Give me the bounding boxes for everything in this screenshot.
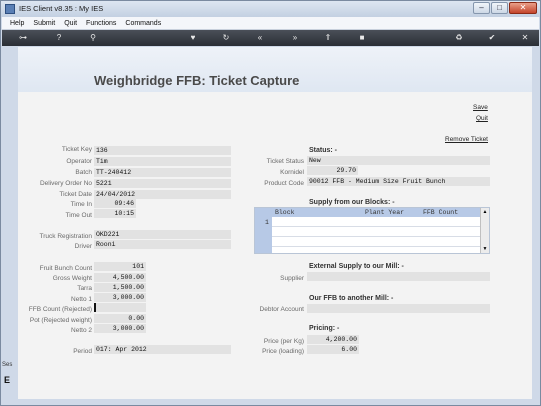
side-strip-icon[interactable]: E: [4, 375, 10, 385]
grid-row-divider: [272, 236, 481, 237]
tarra-label: Tarra: [77, 285, 92, 292]
grid-row-divider: [272, 226, 481, 227]
price-loading-label: Price (loading): [262, 348, 304, 355]
remove-ticket-link[interactable]: Remove Ticket: [445, 136, 488, 143]
batch-field[interactable]: TT-240412: [94, 168, 231, 177]
ticket-key-label: Ticket Key: [61, 146, 92, 153]
supplier-label: Supplier: [280, 275, 304, 282]
toolbar: ⊶ ? ⚲ ♥ ↻ « » ⇑ ■ ♻ ✔ ✕: [2, 30, 539, 46]
heart-icon[interactable]: ♥: [187, 33, 199, 43]
menu-commands[interactable]: Commands: [125, 20, 161, 27]
side-strip-label: Ses: [2, 362, 13, 368]
operator-label: Operator: [66, 158, 92, 165]
minimize-button[interactable]: –: [473, 2, 490, 14]
recycle-icon[interactable]: ♻: [453, 33, 465, 43]
period-label: Period: [73, 348, 92, 355]
driver-field[interactable]: Rooni: [94, 240, 231, 249]
menu-submit[interactable]: Submit: [33, 20, 55, 27]
col-plant-year[interactable]: Plant Year: [365, 208, 404, 217]
save-link[interactable]: Save: [473, 104, 488, 111]
netto1-label: Netto 1: [71, 296, 92, 303]
col-block[interactable]: Block: [275, 208, 295, 217]
rewind-icon[interactable]: «: [254, 33, 266, 43]
truck-registration-field[interactable]: OKD221: [94, 230, 231, 239]
window-title: IES Client v8.35 : My IES: [19, 4, 104, 13]
menu-functions[interactable]: Functions: [86, 20, 116, 27]
debtor-account-label: Debtor Account: [259, 306, 304, 313]
time-in-field[interactable]: 09:46: [94, 199, 136, 208]
time-out-field[interactable]: 10:15: [94, 209, 136, 218]
ticket-date-label: Ticket Date: [59, 191, 92, 198]
kornidel-label: Kornidel: [280, 169, 304, 176]
ffb-count-rejected-label: FFB Count (Rejected): [28, 306, 92, 313]
refresh-icon[interactable]: ↻: [220, 33, 232, 43]
left-side-strip: [1, 47, 18, 399]
time-out-label: Time Out: [65, 212, 93, 219]
batch-label: Batch: [75, 169, 92, 176]
menu-bar: Help Submit Quit Functions Commands: [2, 17, 539, 30]
ffb-count-rejected-field[interactable]: [94, 303, 146, 312]
ticket-date-field[interactable]: 24/04/2012: [94, 190, 231, 199]
netto2-field[interactable]: 3,000.00: [94, 324, 146, 333]
ticket-status-label: Ticket Status: [266, 158, 304, 165]
pot-rejected-field[interactable]: 0.00: [94, 314, 146, 323]
check-icon[interactable]: ✔: [486, 33, 498, 43]
maximize-button[interactable]: □: [491, 2, 508, 14]
our-ffb-heading: Our FFB to another Mill: -: [309, 295, 394, 302]
truck-registration-label: Truck Registration: [39, 233, 93, 240]
delivery-order-label: Delivery Order No: [39, 180, 92, 187]
product-code-field[interactable]: 90012 FFB - Medium Size Fruit Bunch: [307, 177, 490, 186]
delivery-order-field[interactable]: 5221: [94, 179, 231, 188]
pricing-heading: Pricing: -: [309, 325, 340, 332]
menu-quit[interactable]: Quit: [64, 20, 77, 27]
supplier-field[interactable]: [307, 272, 490, 281]
ticket-status-field[interactable]: New: [307, 156, 490, 165]
upload-icon[interactable]: ⇑: [322, 33, 334, 43]
driver-label: Driver: [74, 243, 92, 250]
gross-weight-field[interactable]: 4,500.00: [94, 273, 146, 282]
grid-scrollbar[interactable]: ▲ ▼: [480, 208, 489, 253]
tarra-field[interactable]: 1,500.00: [94, 283, 146, 292]
quit-link[interactable]: Quit: [476, 115, 488, 122]
title-bar: IES Client v8.35 : My IES – □ ✕: [1, 1, 540, 17]
kornidel-field[interactable]: 29.70: [307, 166, 358, 175]
text-cursor: [94, 303, 96, 312]
pot-rejected-label: Pot (Rejected weight): [29, 317, 92, 324]
scroll-up-icon[interactable]: ▲: [482, 209, 488, 215]
price-per-kg-label: Price (per Kg): [263, 338, 304, 345]
blocks-heading: Supply from our Blocks: -: [309, 199, 395, 206]
ticket-key-field[interactable]: 136: [94, 146, 231, 155]
price-loading-field[interactable]: 6.00: [307, 345, 359, 354]
app-icon: [5, 4, 15, 14]
help-icon[interactable]: ?: [53, 33, 65, 43]
fast-forward-icon[interactable]: »: [289, 33, 301, 43]
fruit-bunch-count-field[interactable]: 101: [94, 262, 146, 271]
netto2-label: Netto 2: [71, 327, 92, 334]
close-icon[interactable]: ✕: [519, 33, 531, 43]
product-code-label: Product Code: [264, 180, 304, 187]
page-title: Weighbridge FFB: Ticket Capture: [94, 73, 300, 88]
external-supply-heading: External Supply to our Mill: -: [309, 263, 404, 270]
operator-field[interactable]: Tim: [94, 157, 231, 166]
key-icon[interactable]: ⊶: [14, 33, 32, 43]
window-controls: – □ ✕: [473, 2, 537, 14]
search-icon[interactable]: ⚲: [87, 33, 99, 43]
col-ffb-count[interactable]: FFB Count: [423, 208, 458, 217]
stop-icon[interactable]: ■: [356, 33, 368, 43]
grid-row-divider: [272, 246, 481, 247]
grid-row-number: 1: [255, 217, 272, 253]
blocks-grid[interactable]: Block Plant Year FFB Count 1 ▲ ▼: [254, 207, 490, 254]
menu-help[interactable]: Help: [10, 20, 24, 27]
debtor-account-field[interactable]: [307, 304, 490, 313]
fruit-bunch-count-label: Fruit Bunch Count: [39, 265, 92, 272]
time-in-label: Time In: [70, 201, 92, 208]
gross-weight-label: Gross Weight: [52, 275, 92, 282]
status-heading: Status: -: [309, 147, 337, 154]
close-window-button[interactable]: ✕: [509, 2, 537, 14]
scroll-down-icon[interactable]: ▼: [482, 246, 488, 252]
price-per-kg-field[interactable]: 4,200.00: [307, 335, 359, 344]
netto1-field[interactable]: 3,000.00: [94, 293, 146, 302]
period-field[interactable]: 017: Apr 2012: [94, 345, 231, 354]
grid-header: Block Plant Year FFB Count: [255, 208, 481, 217]
